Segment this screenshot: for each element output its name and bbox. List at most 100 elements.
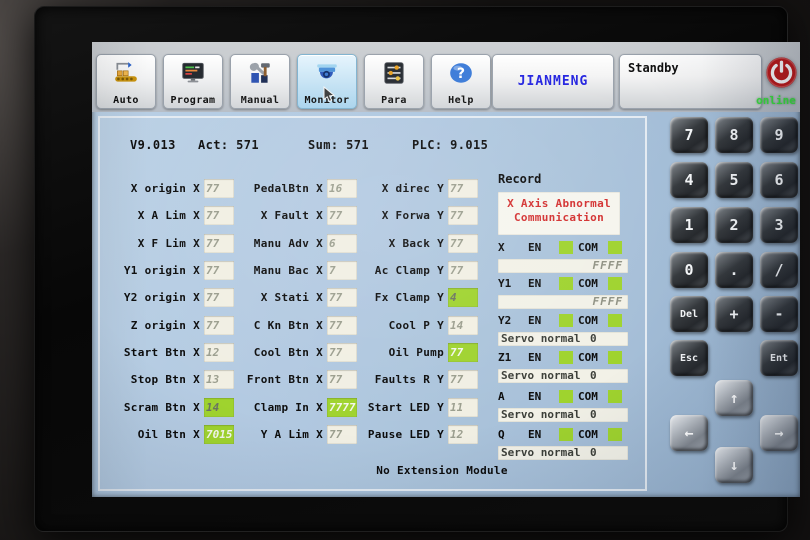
key-label: Del <box>680 309 698 320</box>
key-esc[interactable]: Esc <box>670 340 708 376</box>
key-up-arrow[interactable]: ↑ <box>715 380 753 416</box>
key-left-arrow[interactable]: ← <box>670 415 708 451</box>
io-column-y-outputs: X direc Y 77 X Forwa Y 77 X Back Y 77 Ac… <box>339 175 478 448</box>
key-dot[interactable]: . <box>715 252 753 288</box>
nav-button-help[interactable]: ? Help <box>431 54 491 109</box>
io-value-faults-r-y[interactable]: 77 <box>448 370 478 389</box>
key-label: Ent <box>770 353 788 364</box>
plc-version-label: PLC: 9.015 <box>412 138 488 152</box>
key-slash[interactable]: / <box>760 252 798 288</box>
key-label: 9 <box>774 126 783 144</box>
key-0[interactable]: 0 <box>670 252 708 288</box>
io-field-row: Z origin X 77 <box>95 311 234 338</box>
key-9[interactable]: 9 <box>760 117 798 153</box>
act-count-label: Act: 571 <box>198 138 259 152</box>
io-value-cool-p-y[interactable]: 14 <box>448 316 478 335</box>
nav-label-program: Program <box>171 95 216 106</box>
nav-label-monitor: Monitor <box>305 95 350 106</box>
io-field-row: Pause LED Y 12 <box>339 421 478 448</box>
servo-status-value: 0 <box>590 408 597 422</box>
key-label: 7 <box>684 126 693 144</box>
key-minus[interactable]: - <box>760 296 798 332</box>
channel-status-box: Servo normal 0 <box>498 408 628 422</box>
status-button[interactable]: Standby <box>619 54 762 109</box>
servo-status-text: Servo normal <box>501 369 580 383</box>
com-indicator <box>608 277 622 290</box>
channel-name: Y1 <box>498 277 511 290</box>
servo-status-text: Servo normal <box>501 408 580 422</box>
io-value-pause-led-y[interactable]: 12 <box>448 425 478 444</box>
key-6[interactable]: 6 <box>760 162 798 198</box>
io-field-row: PedalBtn X 16 <box>218 175 357 202</box>
com-indicator <box>608 241 622 254</box>
io-label: Y2 origin X <box>95 291 200 304</box>
io-label: X Forwa Y <box>339 209 444 222</box>
channel-status-box: Servo normal0 <box>498 446 628 460</box>
io-field-row: Y A Lim X 77 <box>218 421 357 448</box>
io-field-row: Manu Bac X 7 <box>218 257 357 284</box>
io-field-row: X Back Y 77 <box>339 230 478 257</box>
io-label: X F Lim X <box>95 237 200 250</box>
en-label: EN <box>528 314 541 327</box>
io-label: Manu Adv X <box>218 237 323 250</box>
monitor-bezel: Auto Program Manual Monitor Para ? Help … <box>34 6 788 532</box>
alarm-text: X Axis Abnormal <box>498 197 620 211</box>
com-indicator <box>608 428 622 441</box>
nav-button-monitor[interactable]: Monitor <box>297 54 357 109</box>
io-label: Faults R Y <box>339 373 444 386</box>
key-label: ← <box>684 424 693 442</box>
en-label: EN <box>528 390 541 403</box>
key-1[interactable]: 1 <box>670 207 708 243</box>
record-channel-y1: Y1 EN COM FFFF <box>498 277 628 309</box>
online-status-label: online <box>751 94 800 107</box>
io-value-fx-clamp-y[interactable]: 4 <box>448 288 478 307</box>
power-button[interactable] <box>765 56 798 89</box>
io-label: X direc Y <box>339 182 444 195</box>
io-label: Fx Clamp Y <box>339 291 444 304</box>
io-value-ac-clamp-y[interactable]: 77 <box>448 261 478 280</box>
svg-text:?: ? <box>457 66 465 82</box>
com-label: COM <box>578 390 598 403</box>
io-value-x-forwa-y[interactable]: 77 <box>448 206 478 225</box>
nav-button-program[interactable]: Program <box>163 54 223 109</box>
key-7[interactable]: 7 <box>670 117 708 153</box>
nav-button-auto[interactable]: Auto <box>96 54 156 109</box>
io-field-row: X A Lim X 77 <box>95 202 234 229</box>
key-ent[interactable]: Ent <box>760 340 798 376</box>
version-label: V9.013 <box>130 138 176 152</box>
io-label: PedalBtn X <box>218 182 323 195</box>
io-value-x-back-y[interactable]: 77 <box>448 234 478 253</box>
com-indicator <box>608 351 622 364</box>
auto-icon <box>111 58 141 88</box>
io-field-row: X F Lim X 77 <box>95 230 234 257</box>
io-label: Clamp In X <box>218 401 323 414</box>
io-value-oil-pump[interactable]: 77 <box>448 343 478 362</box>
io-field-row: Y2 origin X 77 <box>95 284 234 311</box>
key-plus[interactable]: + <box>715 296 753 332</box>
key-2[interactable]: 2 <box>715 207 753 243</box>
io-label: X Stati X <box>218 291 323 304</box>
channel-status-box: FFFF <box>498 259 628 273</box>
com-indicator <box>608 390 622 403</box>
key-down-arrow[interactable]: ↓ <box>715 447 753 483</box>
key-3[interactable]: 3 <box>760 207 798 243</box>
key-4[interactable]: 4 <box>670 162 708 198</box>
io-column-x-inputs: X origin X 77 X A Lim X 77 X F Lim X 77 … <box>95 175 234 448</box>
key-right-arrow[interactable]: → <box>760 415 798 451</box>
key-label: - <box>774 305 783 323</box>
alarm-message-box: X Axis Abnormal Communication <box>498 192 620 235</box>
station-button[interactable]: JIANMENG <box>492 54 614 109</box>
power-icon <box>765 74 798 93</box>
io-value-start-led-y[interactable]: 11 <box>448 398 478 417</box>
para-icon <box>379 58 409 88</box>
key-8[interactable]: 8 <box>715 117 753 153</box>
key-del[interactable]: Del <box>670 296 708 332</box>
nav-button-manual[interactable]: Manual <box>230 54 290 109</box>
record-channel-z1: Z1 EN COM Servo normal0 <box>498 351 628 383</box>
channel-status-box: FFFF <box>498 295 628 309</box>
nav-button-para[interactable]: Para <box>364 54 424 109</box>
key-5[interactable]: 5 <box>715 162 753 198</box>
nav-label-help: Help <box>448 95 474 106</box>
io-value-x-direc-y[interactable]: 77 <box>448 179 478 198</box>
en-label: EN <box>528 277 541 290</box>
